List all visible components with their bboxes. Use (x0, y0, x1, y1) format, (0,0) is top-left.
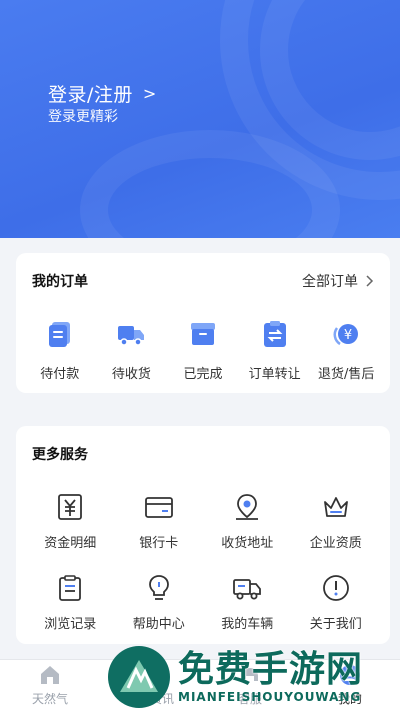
tab-natural-gas[interactable]: 天然气 (10, 663, 90, 707)
service-fund-details[interactable]: 资金明细 (26, 492, 115, 551)
chevron-right-icon: > (142, 84, 157, 103)
transfer-icon (263, 321, 286, 347)
login-register-link[interactable]: 登录/注册 > (48, 80, 157, 107)
services-grid: 资金明细 银行卡 收货地址 企业资质 浏览记录 帮助中心 我的车辆 关于我们 (16, 492, 390, 632)
refund-icon: ¥ (333, 324, 359, 346)
order-item-label: 待收货 (111, 367, 151, 382)
home-icon (41, 666, 59, 684)
tab-label: 天然气 (31, 692, 68, 706)
clipboard-icon (59, 575, 82, 601)
location-icon (236, 494, 259, 520)
all-orders-label: 全部订单 (302, 274, 358, 290)
service-item-label: 收货地址 (221, 536, 274, 551)
login-title: 登录/注册 (48, 84, 133, 106)
service-item-label: 我的车辆 (221, 617, 274, 632)
service-item-label: 资金明细 (44, 536, 97, 551)
truck-outline-icon (233, 579, 262, 600)
services-title: 更多服务 (32, 447, 88, 463)
bottom-tab-bar: 天然气 行情资讯 客服 我的 (0, 659, 400, 711)
order-item-label: 退货/售后 (317, 367, 375, 382)
tab-label: 客服 (237, 692, 262, 706)
document-icon (48, 322, 70, 347)
order-transfer[interactable]: 订单转让 (241, 319, 309, 382)
tab-market-news[interactable]: 行情资讯 (110, 663, 190, 707)
orders-title: 我的订单 (32, 274, 88, 290)
tab-mine[interactable]: 我的 (310, 663, 390, 707)
service-item-label: 银行卡 (139, 536, 179, 551)
login-subtitle: 登录更精彩 (48, 109, 118, 125)
truck-icon (118, 326, 145, 346)
service-shipping-address[interactable]: 收货地址 (203, 492, 292, 551)
order-item-label: 已完成 (183, 367, 223, 382)
crown-icon (323, 497, 348, 517)
profile-header: 登录/注册 > 登录更精彩 (0, 0, 400, 238)
service-enterprise-qualification[interactable]: 企业资质 (292, 492, 381, 551)
service-item-label: 关于我们 (309, 617, 362, 632)
order-pending-payment[interactable]: 待付款 (26, 319, 94, 382)
service-item-label: 帮助中心 (132, 617, 185, 632)
user-icon (340, 665, 360, 685)
service-about-us[interactable]: 关于我们 (292, 573, 381, 632)
order-item-label: 订单转让 (248, 367, 301, 382)
chart-icon (141, 666, 159, 684)
order-pending-receipt[interactable]: 待收货 (97, 319, 165, 382)
tab-customer-service[interactable]: 客服 (210, 663, 290, 707)
service-item-label: 企业资质 (309, 536, 362, 551)
more-services-card: 更多服务 资金明细 银行卡 收货地址 企业资质 浏览记录 帮助中心 我的车辆 关… (16, 426, 390, 644)
svg-text:¥: ¥ (344, 328, 352, 343)
tab-label: 我的 (337, 692, 362, 706)
service-my-vehicles[interactable]: 我的车辆 (203, 573, 292, 632)
order-refund[interactable]: ¥ 退货/售后 (312, 319, 380, 382)
all-orders-link[interactable]: 全部订单 (302, 271, 374, 291)
service-icon (242, 668, 258, 681)
chevron-right-icon (366, 275, 374, 287)
info-icon (322, 575, 349, 601)
box-icon (190, 323, 215, 345)
service-item-label: 浏览记录 (44, 617, 97, 632)
my-orders-card: 我的订单 全部订单 待付款 待收货 已完成 订单转让 ¥ 退货/售后 (16, 253, 390, 393)
order-completed[interactable]: 已完成 (169, 319, 237, 382)
tab-label: 行情资讯 (125, 692, 174, 706)
bulb-icon (148, 575, 169, 600)
service-browse-history[interactable]: 浏览记录 (26, 573, 115, 632)
card-icon (144, 497, 173, 518)
service-bank-card[interactable]: 银行卡 (115, 492, 204, 551)
yuan-icon (58, 494, 83, 520)
order-item-label: 待付款 (40, 367, 80, 382)
service-help-center[interactable]: 帮助中心 (115, 573, 204, 632)
order-status-grid: 待付款 待收货 已完成 订单转让 ¥ 退货/售后 (16, 319, 390, 382)
